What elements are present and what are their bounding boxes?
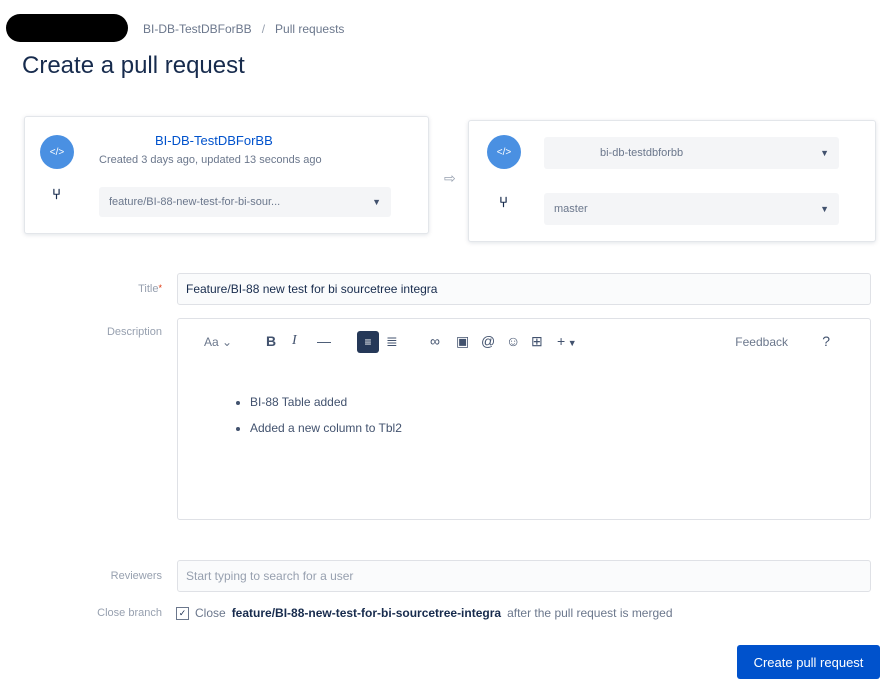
reviewers-placeholder: Start typing to search for a user [186, 569, 354, 583]
insert-button[interactable]: + ▼ [557, 333, 577, 349]
reviewers-label: Reviewers [110, 570, 162, 582]
help-button[interactable]: ? [822, 333, 830, 349]
source-repo-card: </> ⑂ BI-DB-TestDBForBB Created 3 days a… [24, 116, 429, 234]
more-formatting-button[interactable]: — [317, 333, 331, 349]
chevron-down-icon: ▼ [820, 148, 829, 158]
title-label: Title* [138, 283, 162, 295]
mention-button[interactable]: @ [481, 333, 495, 349]
italic-button[interactable]: I [292, 333, 297, 349]
destination-branch-value: master [554, 203, 588, 215]
branch-icon: ⑂ [52, 186, 62, 203]
close-branch-row: ✓ Close feature/BI-88-new-test-for-bi-so… [176, 606, 673, 620]
breadcrumb: BI-DB-TestDBForBB / Pull requests [143, 22, 344, 36]
destination-branch-select[interactable]: master ▼ [544, 193, 839, 225]
source-branch-select[interactable]: feature/BI-88-new-test-for-bi-sour... ▼ [99, 187, 391, 217]
reviewers-input[interactable]: Start typing to search for a user [177, 560, 871, 592]
destination-repo-card: </> ⑂ bi-db-testdbforbb ▼ master ▼ [468, 120, 876, 242]
close-branch-checkbox[interactable]: ✓ [176, 606, 189, 620]
description-label: Description [106, 326, 162, 338]
source-repo-avatar: </> [40, 135, 74, 169]
bold-button[interactable]: B [266, 333, 276, 349]
required-marker: * [158, 283, 162, 293]
destination-repo-value: bi-db-testdbforbb [600, 147, 684, 159]
chevron-down-icon: ▼ [372, 197, 381, 207]
emoji-button[interactable]: ☺ [506, 333, 520, 349]
title-input-value: Feature/BI-88 new test for bi sourcetree… [186, 282, 438, 296]
breadcrumb-repo-link[interactable]: BI-DB-TestDBForBB [143, 22, 252, 36]
description-editor[interactable]: Aa ⌄ B I — ≡ ≣ ∞ ▣ @ ☺ ⊞ + ▼ Feedback ? … [177, 318, 871, 520]
close-branch-name: feature/BI-88-new-test-for-bi-sourcetree… [231, 606, 502, 620]
close-text-prefix: Close [195, 606, 226, 620]
feedback-button[interactable]: Feedback [735, 335, 788, 349]
table-button[interactable]: ⊞ [531, 333, 543, 350]
image-button[interactable]: ▣ [456, 333, 469, 350]
list-item: BI-88 Table added [250, 395, 402, 409]
numbered-list-button[interactable]: ≣ [386, 333, 398, 350]
description-content: BI-88 Table added Added a new column to … [234, 395, 402, 447]
bullet-list-button[interactable]: ≡ [357, 331, 379, 353]
page-title: Create a pull request [22, 52, 245, 79]
title-input[interactable]: Feature/BI-88 new test for bi sourcetree… [177, 273, 871, 305]
source-repo-link[interactable]: BI-DB-TestDBForBB [155, 133, 273, 148]
close-branch-label: Close branch [97, 607, 162, 619]
chevron-down-icon: ▼ [820, 204, 829, 214]
breadcrumb-separator: / [261, 22, 266, 36]
link-icon[interactable]: ∞ [430, 333, 440, 349]
create-pull-request-button[interactable]: Create pull request [737, 645, 880, 679]
destination-repo-select[interactable]: bi-db-testdbforbb ▼ [544, 137, 839, 169]
source-repo-meta: Created 3 days ago, updated 13 seconds a… [99, 154, 322, 166]
text-style-dropdown[interactable]: Aa ⌄ [204, 335, 232, 349]
source-branch-value: feature/BI-88-new-test-for-bi-sour... [109, 196, 281, 208]
breadcrumb-pull-requests-link[interactable]: Pull requests [275, 22, 344, 36]
redaction [6, 14, 128, 42]
arrow-right-icon: ⇨ [444, 170, 456, 186]
destination-repo-avatar: </> [487, 135, 521, 169]
close-text-suffix: after the pull request is merged [507, 606, 673, 620]
branch-icon: ⑂ [499, 194, 509, 211]
list-item: Added a new column to Tbl2 [250, 421, 402, 435]
